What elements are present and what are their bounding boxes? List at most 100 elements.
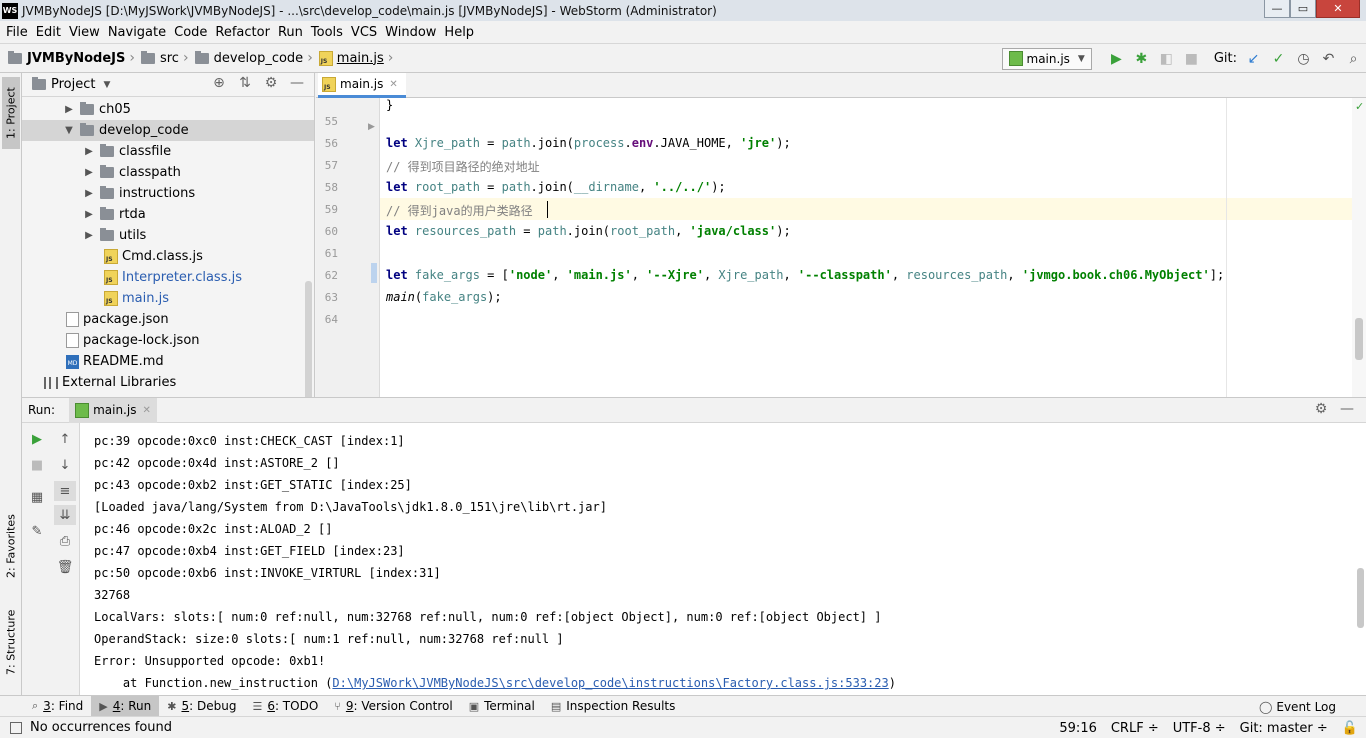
- project-tool-tab[interactable]: 1: Project: [2, 77, 20, 149]
- chevron-down-icon[interactable]: ▼: [62, 125, 76, 136]
- menu-vcs[interactable]: VCS: [347, 25, 381, 40]
- event-log-tab[interactable]: ◯ Event Log: [1259, 696, 1336, 717]
- pin-icon[interactable]: ✎: [26, 521, 48, 541]
- chevron-right-icon[interactable]: ▶: [82, 188, 96, 199]
- run-tab-main-js[interactable]: main.js ✕: [69, 397, 157, 423]
- hide-panel-icon[interactable]: —: [1334, 401, 1360, 417]
- print-icon[interactable]: ⎙: [54, 531, 76, 551]
- tool-tab-run[interactable]: ▶ 4: Run: [91, 695, 160, 717]
- tree-item-ch05[interactable]: ▶ ch05: [22, 99, 314, 120]
- tree-item-external-libraries[interactable]: External Libraries: [22, 372, 314, 393]
- menu-edit[interactable]: Edit: [32, 25, 65, 40]
- minimize-button[interactable]: —: [1264, 0, 1290, 18]
- chevron-down-icon[interactable]: ▼: [103, 80, 110, 90]
- menu-help[interactable]: Help: [440, 25, 478, 40]
- scroll-up-icon[interactable]: ↑: [54, 429, 76, 449]
- editor-scrollbar[interactable]: ✓: [1352, 98, 1366, 397]
- editor-scroll-thumb[interactable]: [1355, 318, 1363, 360]
- tree-item-develop-code[interactable]: ▼ develop_code: [22, 120, 314, 141]
- fold-arrow-icon[interactable]: ▶: [368, 122, 375, 132]
- file-encoding[interactable]: UTF-8 ÷: [1173, 721, 1226, 736]
- collapse-all-icon[interactable]: ⇅: [232, 75, 258, 91]
- tree-item-cmd-class-js[interactable]: JS Cmd.class.js: [22, 246, 314, 267]
- chevron-right-icon[interactable]: ▶: [82, 167, 96, 178]
- code-editor[interactable]: JS main.js ✕ ▶ } 55 56 57 58 59 60 61 62…: [316, 73, 1366, 397]
- tree-item-interpreter-class-js[interactable]: JS Interpreter.class.js: [22, 267, 314, 288]
- menu-tools[interactable]: Tools: [307, 25, 347, 40]
- close-tab-icon[interactable]: ✕: [389, 79, 397, 90]
- menu-code[interactable]: Code: [170, 25, 211, 40]
- breadcrumb-file[interactable]: main.js: [337, 51, 384, 66]
- tree-item-classfile[interactable]: ▶ classfile: [22, 141, 314, 162]
- scroll-down-icon[interactable]: ↓: [54, 455, 76, 475]
- tool-tab-todo[interactable]: ☰ 6: TODO: [244, 696, 326, 717]
- favorites-tool-tab[interactable]: 2: Favorites: [2, 505, 20, 587]
- rerun-icon[interactable]: ▶: [26, 429, 48, 449]
- project-panel-title[interactable]: Project: [51, 77, 95, 92]
- tool-tab-version-control[interactable]: ⑂ 9: Version Control: [326, 696, 460, 717]
- close-button[interactable]: ✕: [1316, 0, 1360, 18]
- tool-windows-toggle-icon[interactable]: [10, 721, 22, 734]
- git-branch[interactable]: Git: master ÷: [1240, 721, 1328, 736]
- git-history-icon[interactable]: ◷: [1291, 48, 1316, 70]
- maximize-button[interactable]: ▭: [1290, 0, 1316, 18]
- caret-position[interactable]: 59:16: [1059, 721, 1096, 736]
- structure-tool-tab[interactable]: 7: Structure: [2, 601, 20, 683]
- menu-view[interactable]: View: [65, 25, 104, 40]
- debug-icon[interactable]: ✱: [1129, 48, 1154, 70]
- console-scrollbar[interactable]: [1357, 568, 1364, 628]
- restore-layout-icon[interactable]: ▦: [26, 487, 48, 507]
- line-number: 64: [324, 313, 338, 326]
- tree-item-package-json[interactable]: package.json: [22, 309, 314, 330]
- tool-tab-debug[interactable]: ✱ 5: Debug: [159, 696, 244, 717]
- breadcrumb-src[interactable]: src: [160, 51, 179, 66]
- editor-tab-main-js[interactable]: JS main.js ✕: [318, 73, 406, 98]
- project-scrollbar[interactable]: [305, 281, 312, 397]
- coverage-icon[interactable]: ◧: [1154, 48, 1179, 70]
- gear-icon[interactable]: ⚙: [258, 75, 284, 91]
- run-icon[interactable]: ▶: [1104, 48, 1129, 70]
- tree-item-instructions[interactable]: ▶ instructions: [22, 183, 314, 204]
- stop-icon[interactable]: ■: [26, 455, 48, 475]
- menu-window[interactable]: Window: [381, 25, 440, 40]
- chevron-right-icon[interactable]: ▶: [82, 146, 96, 157]
- tree-item-main-js[interactable]: JS main.js: [22, 288, 314, 309]
- tool-tab-inspection-results[interactable]: ▤ Inspection Results: [543, 696, 684, 717]
- menu-run[interactable]: Run: [274, 25, 307, 40]
- tree-item-readme-md[interactable]: MD README.md: [22, 351, 314, 372]
- trash-icon[interactable]: 🗑: [54, 557, 76, 577]
- git-update-icon[interactable]: ↙: [1241, 48, 1266, 70]
- menu-file[interactable]: File: [2, 25, 32, 40]
- run-console[interactable]: pc:39 opcode:0xc0 inst:CHECK_CAST [index…: [80, 423, 1366, 695]
- hide-panel-icon[interactable]: —: [284, 75, 310, 91]
- code-line-58: let root_path = path.join(__dirname, '..…: [386, 180, 726, 194]
- inspection-ok-icon[interactable]: ✓: [1355, 100, 1364, 113]
- soft-wrap-icon[interactable]: ≡: [54, 481, 76, 501]
- lock-icon[interactable]: 🔓: [1342, 721, 1358, 736]
- tree-item-classpath[interactable]: ▶ classpath: [22, 162, 314, 183]
- tree-item-rtda[interactable]: ▶ rtda: [22, 204, 314, 225]
- code-line-54: }: [386, 98, 394, 112]
- run-configuration-select[interactable]: main.js ▼: [1001, 47, 1092, 70]
- stack-trace-link[interactable]: D:\MyJSWork\JVMByNodeJS\src\develop_code…: [332, 676, 888, 690]
- menu-navigate[interactable]: Navigate: [104, 25, 170, 40]
- git-commit-icon[interactable]: ✓: [1266, 48, 1291, 70]
- gear-icon[interactable]: ⚙: [1308, 401, 1334, 417]
- close-tab-icon[interactable]: ✕: [142, 405, 150, 416]
- stop-icon[interactable]: ■: [1179, 48, 1204, 70]
- git-revert-icon[interactable]: ↶: [1316, 48, 1341, 70]
- breadcrumb-project[interactable]: JVMByNodeJS: [27, 51, 125, 66]
- tree-item-utils[interactable]: ▶ utils: [22, 225, 314, 246]
- locate-file-icon[interactable]: ⊕: [206, 75, 232, 91]
- scroll-to-end-icon[interactable]: ⇊: [54, 505, 76, 525]
- menu-refactor[interactable]: Refactor: [211, 25, 274, 40]
- tool-tab-find[interactable]: ⌕ 3: Find: [24, 696, 91, 717]
- tree-item-package-lock-json[interactable]: package-lock.json: [22, 330, 314, 351]
- search-everywhere-icon[interactable]: ⌕: [1341, 48, 1366, 70]
- chevron-right-icon[interactable]: ▶: [82, 230, 96, 241]
- breadcrumb-develop-code[interactable]: develop_code: [214, 51, 304, 66]
- line-separator[interactable]: CRLF ÷: [1111, 721, 1159, 736]
- chevron-right-icon[interactable]: ▶: [62, 104, 76, 115]
- tool-tab-terminal[interactable]: ▣ Terminal: [461, 696, 543, 717]
- chevron-right-icon[interactable]: ▶: [82, 209, 96, 220]
